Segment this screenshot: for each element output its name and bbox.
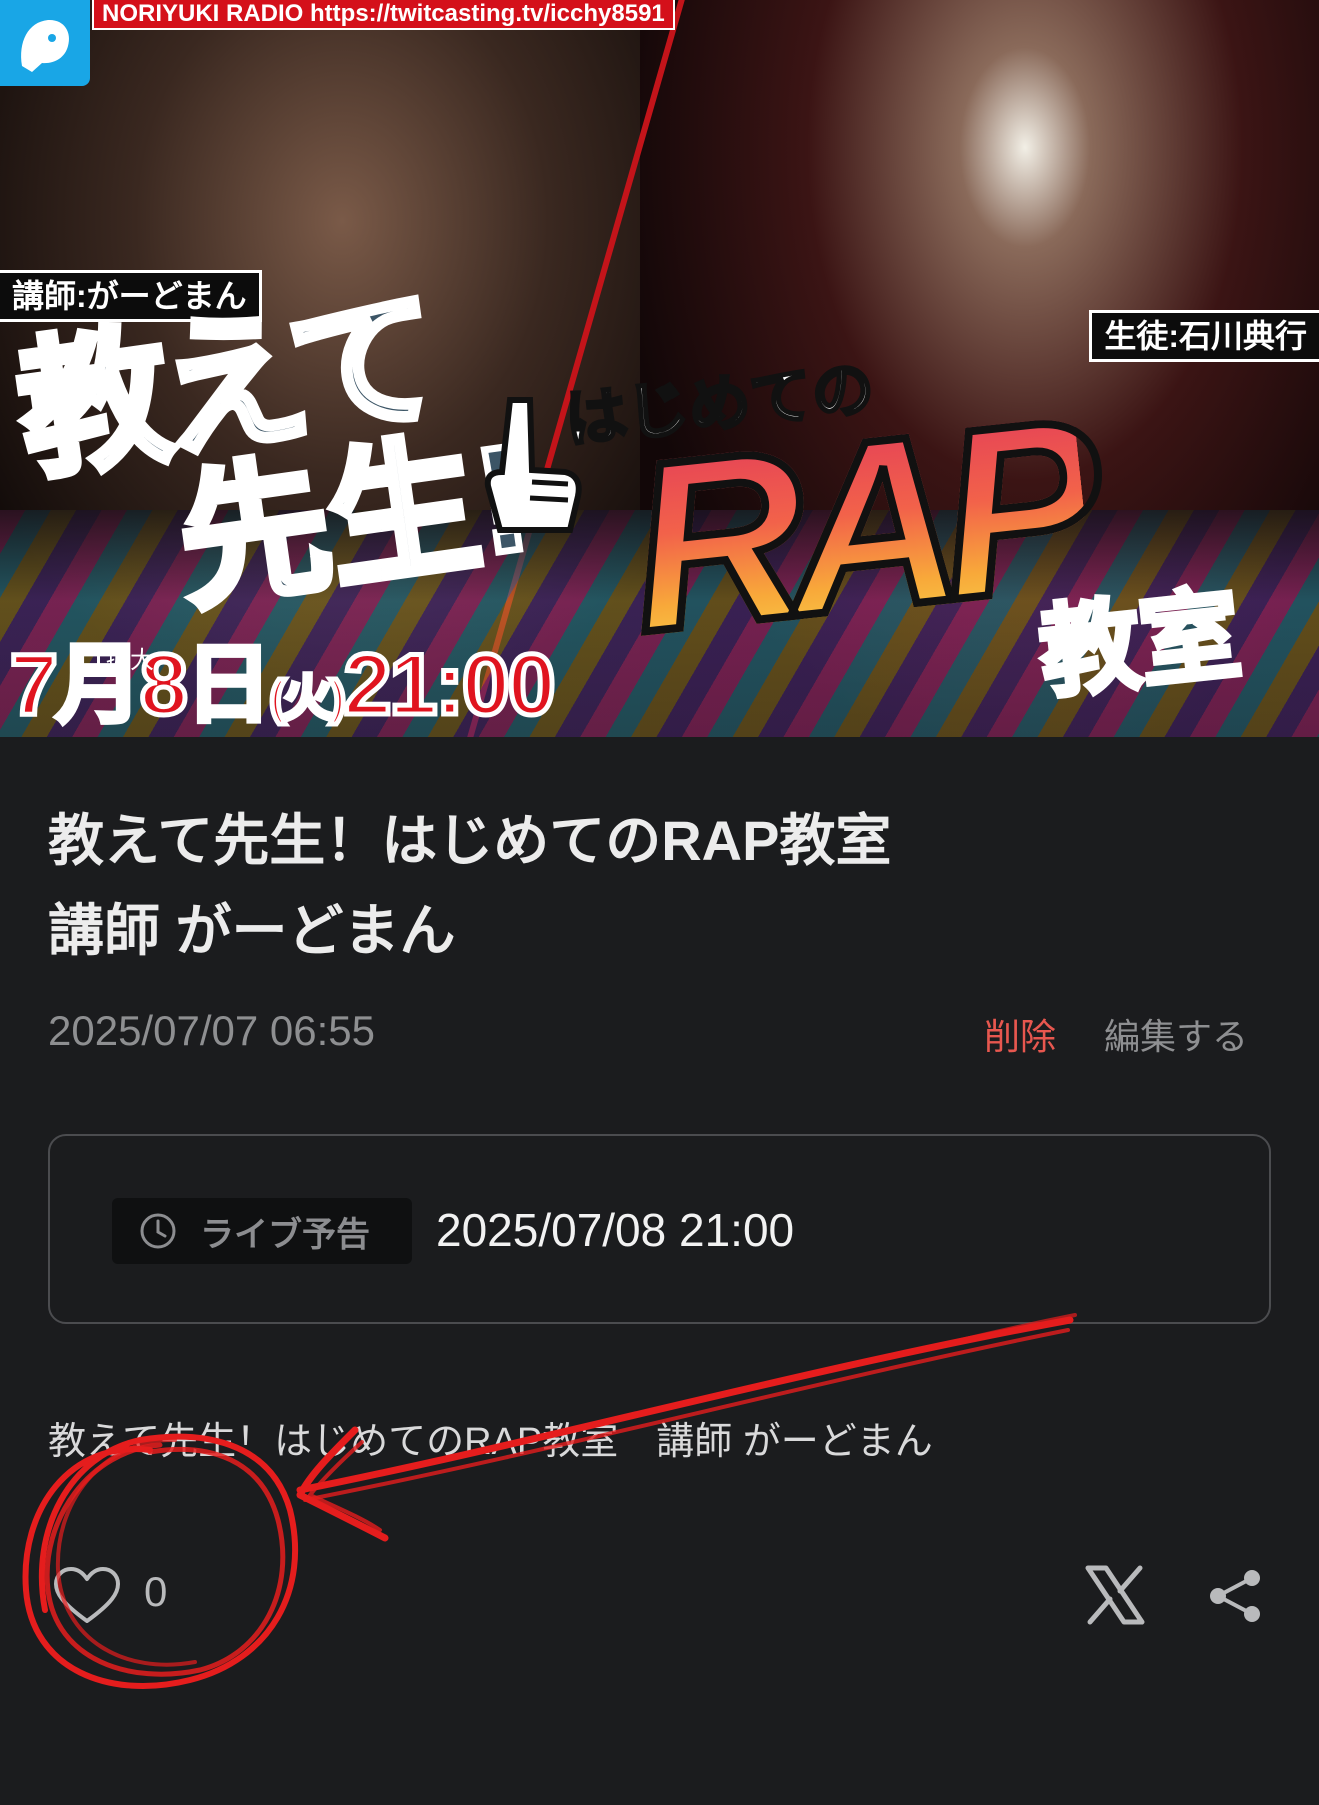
x-logo-icon[interactable] (1082, 1562, 1148, 1628)
clock-icon (140, 1213, 176, 1249)
enlarge-label: 拡大 (106, 645, 154, 674)
student-tag: 生徒:石川典行 (1089, 310, 1319, 362)
live-datetime: 2025/07/08 21:00 (436, 1204, 795, 1256)
enlarge-button[interactable]: 拡大 (74, 640, 154, 674)
hero-banner-image[interactable]: NORIYUKI RADIO https://twitcasting.tv/ic… (0, 0, 1319, 737)
edit-button[interactable]: 編集する (1104, 1008, 1248, 1060)
live-preview-badge: ライブ予告 (112, 1198, 412, 1264)
expand-icon (74, 644, 100, 670)
live-schedule-card: ライブ予告 2025/07/08 21:00 (48, 1134, 1271, 1324)
headline-rap: RAP (615, 365, 1101, 687)
red-annotation-circle-arrow (22, 1313, 1077, 1689)
delete-button[interactable]: 削除 (984, 1008, 1056, 1060)
live-badge-label: ライブ予告 (200, 1215, 370, 1254)
post-description: 教えて先生！はじめてのRAP教室 講師 がーどまん (48, 1421, 933, 1463)
date-day: (火) (267, 670, 348, 728)
date-time: 21:00 (341, 637, 558, 733)
share-icon[interactable] (1206, 1566, 1266, 1626)
like-count: 0 (144, 1568, 168, 1615)
post-timestamp: 2025/07/07 06:55 (48, 1007, 375, 1054)
twitcasting-logo-icon (0, 0, 90, 86)
channel-bar: NORIYUKI RADIO https://twitcasting.tv/ic… (92, 0, 675, 30)
heart-icon[interactable] (52, 1565, 122, 1627)
post-title: 教えて先生！はじめてのRAP教室 講師 がーどまん (48, 809, 948, 962)
headline-kyoshitsu: 教室 (1032, 576, 1248, 713)
